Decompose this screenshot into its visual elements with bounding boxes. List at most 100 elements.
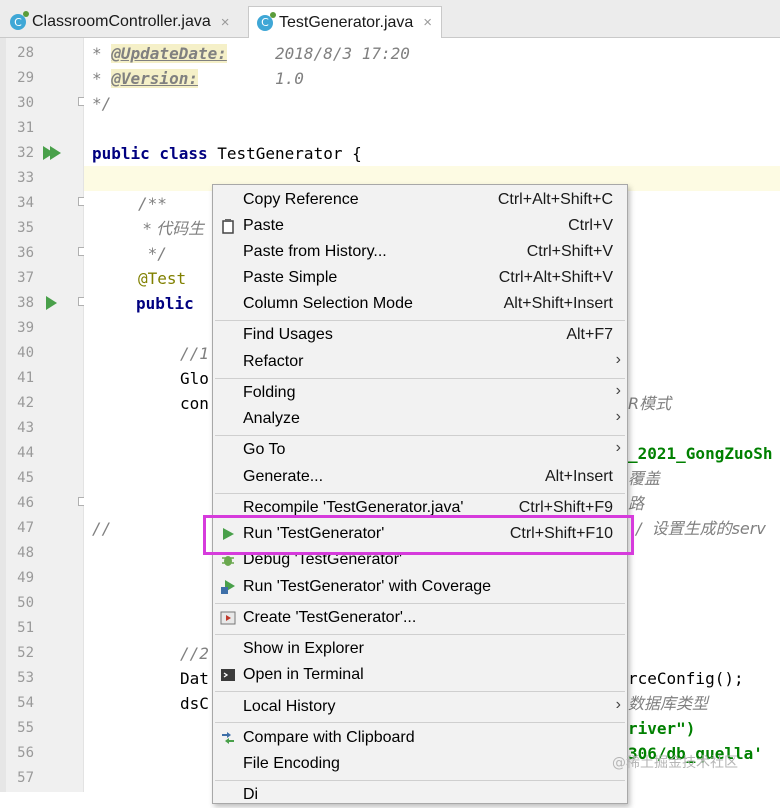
code-line-30: */	[92, 94, 112, 113]
line-number: 34	[17, 195, 34, 211]
menu-item-local-history[interactable]: Local History ›	[213, 694, 627, 720]
line-number: 54	[17, 695, 34, 711]
close-icon[interactable]: ×	[221, 14, 230, 31]
tab-label: TestGenerator.java	[279, 13, 414, 31]
tab-test-generator[interactable]: C TestGenerator.java ×	[248, 6, 442, 38]
code-line-36: */	[138, 244, 167, 263]
terminal-icon	[221, 669, 235, 681]
line-number: 44	[17, 445, 34, 461]
menu-item-go-to[interactable]: Go To ›	[213, 437, 627, 463]
code-line-37: @Test	[138, 269, 187, 288]
menu-item-diagrams[interactable]: Di	[213, 782, 627, 808]
clipboard-icon	[222, 219, 234, 234]
code-line-34: /**	[138, 194, 167, 213]
run-class-icon-double[interactable]	[50, 146, 61, 160]
line-number: 37	[17, 270, 34, 286]
code-line-42: con	[180, 394, 209, 413]
line-number: 46	[17, 495, 34, 511]
submenu-arrow-icon: ›	[615, 382, 621, 399]
menu-separator	[215, 435, 625, 436]
line-number: 33	[17, 170, 34, 186]
line-number: 50	[17, 595, 34, 611]
line-number: 38	[17, 295, 34, 311]
line-number: 30	[17, 95, 34, 111]
code-line-53: Dat	[180, 669, 209, 688]
code-line-32: public class TestGenerator {	[92, 144, 362, 163]
menu-item-folding[interactable]: Folding ›	[213, 380, 627, 406]
menu-item-show-in-explorer[interactable]: Show in Explorer	[213, 636, 627, 662]
code-line-47-tail: / 设置生成的serv	[636, 519, 766, 538]
menu-separator	[215, 722, 625, 723]
line-number: 45	[17, 470, 34, 486]
line-number: 53	[17, 670, 34, 686]
menu-item-open-in-terminal[interactable]: Open in Terminal	[213, 662, 627, 688]
menu-item-paste-simple[interactable]: Paste Simple Ctrl+Alt+Shift+V	[213, 265, 627, 291]
compare-icon	[222, 732, 234, 744]
menu-item-paste[interactable]: Paste Ctrl+V	[213, 213, 627, 239]
code-line-54: dsC	[180, 694, 209, 713]
code-line-42-tail: R模式	[628, 394, 672, 413]
line-number: 48	[17, 545, 34, 561]
watermark: @稀土掘金技术社区	[612, 755, 738, 771]
line-number: 41	[17, 370, 34, 386]
menu-separator	[215, 320, 625, 321]
line-number: 31	[17, 120, 34, 136]
menu-item-compare-with-clipboard[interactable]: Compare with Clipboard	[213, 725, 627, 751]
code-line-28: * @UpdateDate: 2018/8/3 17:20	[92, 44, 410, 63]
code-line-38: public	[136, 294, 194, 313]
close-icon[interactable]: ×	[423, 14, 432, 31]
java-class-icon: C	[257, 11, 276, 31]
line-number: 42	[17, 395, 34, 411]
gutter-strip	[0, 38, 6, 792]
menu-separator	[215, 691, 625, 692]
annotation-highlight-box	[203, 515, 634, 555]
line-number: 28	[17, 45, 34, 61]
line-number: 49	[17, 570, 34, 586]
run-test-icon[interactable]	[46, 296, 57, 310]
code-line-44-tail: _2021_GongZuoSh	[628, 444, 773, 463]
tab-label: ClassroomController.java	[32, 13, 211, 30]
code-line-53-tail: rceConfig();	[628, 669, 744, 688]
menu-item-copy-reference[interactable]: Copy Reference Ctrl+Alt+Shift+C	[213, 187, 627, 213]
menu-separator	[215, 493, 625, 494]
line-number: 52	[17, 645, 34, 661]
line-number: 56	[17, 745, 34, 761]
line-number: 32	[17, 145, 34, 161]
menu-separator	[215, 780, 625, 781]
submenu-arrow-icon: ›	[615, 439, 621, 456]
code-line-47: //	[92, 519, 112, 538]
menu-item-find-usages[interactable]: Find Usages Alt+F7	[213, 322, 627, 348]
code-line-41: Glo	[180, 369, 209, 388]
code-line-45-tail: 覆盖	[628, 469, 661, 488]
java-class-icon: C	[10, 11, 29, 30]
line-number: 36	[17, 245, 34, 261]
submenu-arrow-icon: ›	[615, 351, 621, 368]
line-number: 40	[17, 345, 34, 361]
menu-item-create-config[interactable]: Create 'TestGenerator'...	[213, 605, 627, 631]
submenu-arrow-icon: ›	[615, 696, 621, 713]
code-line-46-tail: 路	[628, 494, 645, 513]
menu-item-refactor[interactable]: Refactor ›	[213, 349, 627, 375]
menu-item-run-with-coverage[interactable]: Run 'TestGenerator' with Coverage	[213, 574, 627, 600]
line-number: 51	[17, 620, 34, 636]
menu-item-column-selection-mode[interactable]: Column Selection Mode Alt+Shift+Insert	[213, 291, 627, 317]
menu-item-paste-from-history[interactable]: Paste from History... Ctrl+Shift+V	[213, 239, 627, 265]
editor-context-menu: Copy Reference Ctrl+Alt+Shift+C Paste Ct…	[212, 184, 628, 804]
line-number: 35	[17, 220, 34, 236]
line-number: 39	[17, 320, 34, 336]
line-number: 47	[17, 520, 34, 536]
code-line-54-tail: 数据库类型	[628, 694, 709, 713]
code-line-55-tail: river")	[628, 719, 696, 738]
menu-separator	[215, 634, 625, 635]
code-line-52: //2	[180, 644, 209, 663]
code-line-35: * 代码生	[138, 219, 205, 238]
tab-classroom-controller[interactable]: C ClassroomController.java ×	[2, 6, 244, 38]
line-number: 57	[17, 770, 34, 786]
menu-item-analyze[interactable]: Analyze ›	[213, 406, 627, 432]
editor-tab-bar: C ClassroomController.java × C TestGener…	[0, 0, 780, 38]
menu-item-file-encoding[interactable]: File Encoding	[213, 751, 627, 777]
submenu-arrow-icon: ›	[615, 408, 621, 425]
menu-item-generate[interactable]: Generate... Alt+Insert	[213, 464, 627, 490]
coverage-icon	[221, 580, 235, 594]
create-config-icon	[220, 611, 236, 625]
